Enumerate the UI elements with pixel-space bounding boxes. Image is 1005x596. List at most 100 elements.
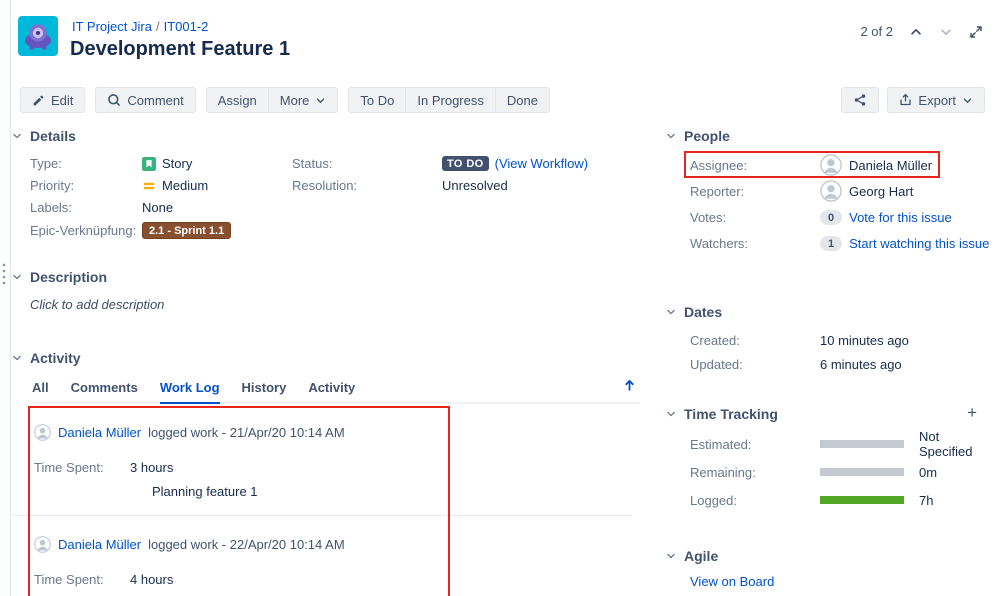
status-label: Status:: [292, 156, 442, 171]
tab-comments[interactable]: Comments: [71, 380, 138, 404]
status-value: TO DO (View Workflow): [442, 156, 640, 171]
details-heading: Details: [30, 128, 76, 144]
share-button[interactable]: [841, 87, 879, 113]
votes-value: 0 Vote for this issue: [820, 210, 952, 225]
tab-work-log[interactable]: Work Log: [160, 380, 220, 404]
issue-toolbar: Edit Comment Assign More To Do In Progre…: [20, 87, 985, 113]
assignee-value: Daniela Müller: [820, 154, 932, 176]
jira-issue-page: IT Project Jira/IT001-2 Development Feat…: [0, 0, 1005, 596]
time-tracking-section-toggle[interactable]: Time Tracking: [666, 402, 778, 422]
priority-medium-icon: [142, 179, 156, 193]
time-spent-label: Time Spent:: [34, 572, 130, 587]
comment-icon: [107, 93, 121, 107]
worklog-author-link[interactable]: Daniela Müller: [58, 537, 141, 552]
tab-all[interactable]: All: [32, 380, 49, 404]
transition-todo-button[interactable]: To Do: [348, 87, 406, 113]
sidebar-column: People Assignee: Daniela Müller Reporter…: [666, 124, 991, 589]
chevron-down-icon: [12, 353, 22, 363]
worklog-entry-header: Daniela Müller logged work - 21/Apr/20 1…: [34, 424, 632, 441]
reporter-row: Reporter: Georg Hart: [666, 178, 991, 204]
export-button-label: Export: [918, 93, 956, 108]
add-time-tracking-button[interactable]: +: [967, 404, 977, 421]
resolution-label: Resolution:: [292, 178, 442, 193]
more-button-label: More: [280, 93, 310, 108]
sort-order-button[interactable]: [623, 378, 636, 395]
vote-link[interactable]: Vote for this issue: [849, 210, 952, 225]
breadcrumb-separator: /: [156, 19, 160, 34]
activity-section-toggle[interactable]: Activity: [12, 346, 640, 366]
agile-section: Agile View on Board: [666, 544, 991, 589]
remaining-row: Remaining: 0m: [666, 458, 991, 486]
expand-icon: [969, 25, 983, 39]
story-icon: [142, 157, 156, 171]
worklog-time-spent-row: Time Spent: 4 hours: [34, 572, 632, 587]
export-menu-button[interactable]: Export: [887, 87, 985, 113]
priority-label: Priority:: [30, 178, 142, 193]
previous-issue-button[interactable]: [909, 25, 923, 39]
people-heading: People: [684, 128, 730, 144]
epic-link-value: 2.1 - Sprint 1.1: [142, 222, 292, 239]
breadcrumb-project-link[interactable]: IT Project Jira: [72, 19, 152, 34]
chevron-down-icon: [666, 551, 676, 561]
updated-value: 6 minutes ago: [820, 357, 902, 372]
comment-button[interactable]: Comment: [95, 87, 195, 113]
workflow-transition-group: To Do In Progress Done: [348, 87, 550, 113]
next-issue-button[interactable]: [939, 25, 953, 39]
sidebar-collapse-rail[interactable]: [0, 0, 11, 596]
assignee-label: Assignee:: [690, 158, 820, 173]
chevron-up-icon: [909, 25, 923, 39]
worklog-time-spent-row: Time Spent: 3 hours: [34, 460, 632, 475]
worklog-entry: Daniela Müller logged work - 22/Apr/20 1…: [12, 516, 632, 596]
tab-history[interactable]: History: [242, 380, 287, 404]
description-section: Description Click to add description: [12, 265, 640, 312]
issue-pager: 2 of 2: [860, 24, 983, 39]
activity-tab-bar: All Comments Work Log History Activity: [32, 380, 640, 404]
agile-section-toggle[interactable]: Agile: [666, 544, 991, 564]
assignee-name[interactable]: Daniela Müller: [849, 158, 932, 173]
votes-count-badge: 0: [820, 210, 842, 225]
dates-section: Dates Created: 10 minutes ago Updated: 6…: [666, 300, 991, 376]
drag-handle-icon[interactable]: [2, 262, 7, 291]
created-row: Created: 10 minutes ago: [666, 328, 991, 352]
activity-section: Activity All Comments Work Log History A…: [12, 346, 640, 596]
reporter-value: Georg Hart: [820, 180, 913, 202]
worklog-entry: Daniela Müller logged work - 21/Apr/20 1…: [12, 404, 632, 516]
edit-button[interactable]: Edit: [20, 87, 85, 113]
breadcrumb-issue-key-link[interactable]: IT001-2: [164, 19, 209, 34]
time-tracking-rows: Estimated: Not Specified Remaining: 0m L…: [666, 430, 991, 514]
time-tracking-heading: Time Tracking: [684, 406, 778, 422]
transition-done-button[interactable]: Done: [496, 87, 550, 113]
details-section-toggle[interactable]: Details: [12, 124, 640, 144]
chevron-down-icon: [666, 307, 676, 317]
chevron-down-icon: [666, 409, 676, 419]
labels-value: None: [142, 200, 292, 215]
pencil-icon: [32, 94, 45, 107]
transition-in-progress-button[interactable]: In Progress: [406, 87, 495, 113]
time-spent-value: 4 hours: [130, 572, 173, 587]
logged-row: Logged: 7h: [666, 486, 991, 514]
more-menu-button[interactable]: More: [269, 87, 339, 113]
worklog-comment: Planning feature 1: [152, 484, 632, 499]
assign-button[interactable]: Assign: [206, 87, 269, 113]
description-section-toggle[interactable]: Description: [12, 265, 640, 285]
estimated-row: Estimated: Not Specified: [666, 430, 991, 458]
reporter-name[interactable]: Georg Hart: [849, 184, 913, 199]
people-section-toggle[interactable]: People: [666, 124, 991, 144]
assign-more-group: Assign More: [206, 87, 339, 113]
epic-badge[interactable]: 2.1 - Sprint 1.1: [142, 222, 231, 239]
fullscreen-toggle-button[interactable]: [969, 25, 983, 39]
tab-activity[interactable]: Activity: [308, 380, 355, 404]
epic-link-label: Epic-Verknüpfung:: [30, 223, 142, 238]
view-workflow-link[interactable]: (View Workflow): [495, 156, 588, 171]
project-avatar-icon: [18, 16, 58, 56]
priority-value-text: Medium: [162, 178, 208, 193]
worklog-author-link[interactable]: Daniela Müller: [58, 425, 141, 440]
logged-value: 7h: [820, 493, 933, 508]
description-placeholder[interactable]: Click to add description: [30, 297, 640, 312]
watch-link[interactable]: Start watching this issue: [849, 236, 989, 251]
dates-heading: Dates: [684, 304, 722, 320]
details-fields: Type: Story Status: TO DO (View Workflow…: [30, 156, 640, 239]
dates-section-toggle[interactable]: Dates: [666, 300, 991, 320]
view-on-board-link[interactable]: View on Board: [690, 574, 774, 589]
estimated-text: Not Specified: [919, 429, 991, 459]
